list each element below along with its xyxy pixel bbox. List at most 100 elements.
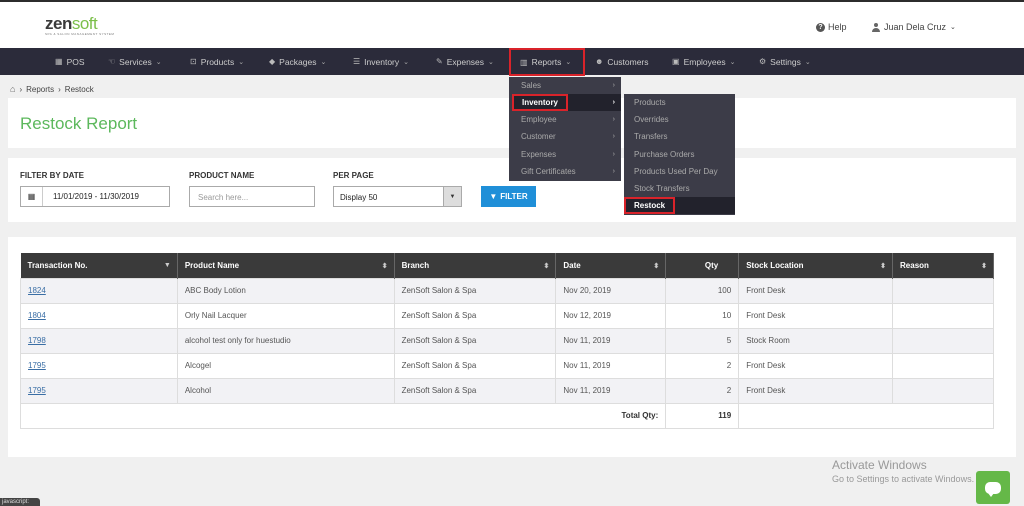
cell-transaction-no[interactable]: 1795 xyxy=(20,352,178,379)
nav-customers[interactable]: ☻ Customers xyxy=(595,48,649,75)
cell-transaction-no[interactable]: 1804 xyxy=(20,302,178,329)
nav-label: Services xyxy=(119,56,152,67)
chevron-down-icon: ⌄ xyxy=(729,58,736,66)
help-link[interactable]: ? Help xyxy=(816,22,847,32)
cell-date: Nov 20, 2019 xyxy=(555,277,667,304)
chevron-down-icon: ⌄ xyxy=(565,59,572,66)
submenu-item-products[interactable]: Products xyxy=(624,94,735,111)
nav-reports[interactable]: ▥ Reports ⌄ xyxy=(509,48,585,76)
submenu-item-restock-fill[interactable] xyxy=(675,197,735,214)
transaction-link[interactable]: 1795 xyxy=(28,361,46,370)
cell-reason xyxy=(892,352,994,379)
user-menu[interactable]: Juan Dela Cruz ⌄ xyxy=(872,22,956,32)
submenu-item-restock[interactable]: Restock xyxy=(624,197,675,214)
submenu-item-products-used-per-day[interactable]: Products Used Per Day xyxy=(624,163,735,180)
chevron-down-icon: ⌄ xyxy=(488,58,494,66)
cell-transaction-no[interactable]: 1798 xyxy=(20,327,178,354)
cell-transaction-no[interactable]: 1795 xyxy=(20,377,178,404)
date-filter-label: FILTER BY DATE xyxy=(20,171,84,180)
nav-packages[interactable]: ◆ Packages ⌄ xyxy=(269,48,326,75)
transaction-link[interactable]: 1795 xyxy=(28,386,46,395)
top-header: zensoft SPA & SALON MANAGEMENT SYSTEM ? … xyxy=(0,0,1024,48)
menu-item-gift-certificates[interactable]: Gift Certificates › xyxy=(509,163,621,180)
transaction-link[interactable]: 1804 xyxy=(28,311,46,320)
reports-dropdown-menu: Sales › Inventory › Employee › Customer › E… xyxy=(509,77,621,181)
gear-icon: ⚙ xyxy=(759,57,767,66)
nav-label: Settings xyxy=(770,56,801,67)
menu-item-inventory[interactable]: Inventory xyxy=(512,94,568,111)
cell-stock-location: Front Desk xyxy=(738,352,894,379)
menu-item-expenses[interactable]: Expenses › xyxy=(509,146,621,163)
chevron-right-icon: › xyxy=(612,151,615,158)
col-reason[interactable]: Reason ⬍ xyxy=(892,253,994,278)
help-label: Help xyxy=(828,22,847,32)
cell-stock-location: Front Desk xyxy=(738,277,894,304)
cell-product-name: Alcohol xyxy=(176,377,395,404)
sort-desc-icon: ▼ xyxy=(163,262,171,269)
nav-label: Reports xyxy=(531,57,562,67)
menu-item-inventory-arrow[interactable]: › xyxy=(568,94,621,111)
product-name-label: PRODUCT NAME xyxy=(189,171,255,180)
cell-date: Nov 11, 2019 xyxy=(555,352,667,379)
nav-pos[interactable]: ▦ POS xyxy=(55,48,85,75)
submenu-item-overrides[interactable]: Overrides xyxy=(624,111,735,128)
total-row-empty xyxy=(738,402,994,429)
menu-item-employee[interactable]: Employee › xyxy=(509,111,621,128)
menu-item-sales[interactable]: Sales › xyxy=(509,77,621,94)
cell-product-name: alcohol test only for huestudio xyxy=(176,327,395,354)
table-row: 1804 Orly Nail Lacquer ZenSoft Salon & S… xyxy=(20,302,994,329)
caret-down-icon: ▼ xyxy=(443,187,461,206)
col-qty[interactable]: Qty xyxy=(665,253,740,278)
nav-services[interactable]: ☜ Services ⌄ xyxy=(108,48,162,75)
cell-qty: 5 xyxy=(665,327,740,354)
submenu-item-transfers[interactable]: Transfers xyxy=(624,128,735,145)
col-stock-location[interactable]: Stock Location ⬍ xyxy=(738,253,894,278)
grid-icon: ▦ xyxy=(55,57,63,66)
sort-icon: ⬍ xyxy=(653,263,660,270)
col-transaction-no[interactable]: Transaction No. ▼ xyxy=(20,253,178,278)
cell-transaction-no[interactable]: 1824 xyxy=(20,277,178,304)
col-label: Product Name xyxy=(184,260,240,270)
menu-item-label: Expenses xyxy=(521,150,557,159)
nav-inventory[interactable]: ☰ Inventory ⌄ xyxy=(353,48,409,75)
total-qty-label: Total Qty: xyxy=(19,402,666,429)
main-navbar: ▦ POS ☜ Services ⌄ ⊡ Products ⌄ ◆ Packag… xyxy=(0,48,1024,76)
menu-item-customer[interactable]: Customer › xyxy=(509,128,621,145)
breadcrumb-reports[interactable]: Reports xyxy=(26,85,54,94)
nav-products[interactable]: ⊡ Products ⌄ xyxy=(190,48,244,75)
nav-employees[interactable]: ▣ Employees ⌄ xyxy=(672,48,736,75)
nav-settings[interactable]: ⚙ Settings ⌄ xyxy=(759,48,811,75)
date-range-field[interactable]: ▦ 11/01/2019 - 11/30/2019 xyxy=(20,186,170,207)
col-label: Transaction No. xyxy=(27,260,88,270)
product-search-input[interactable]: Search here... xyxy=(189,186,315,207)
cell-stock-location: Stock Room xyxy=(738,327,894,354)
cell-stock-location: Front Desk xyxy=(738,377,894,404)
transaction-link[interactable]: 1798 xyxy=(28,336,46,345)
sort-icon: ⬍ xyxy=(381,263,388,270)
chevron-down-icon: ⌄ xyxy=(155,58,162,66)
col-branch[interactable]: Branch ⬍ xyxy=(394,253,557,278)
watermark-line1: Activate Windows xyxy=(832,458,927,472)
col-product-name[interactable]: Product Name ⬍ xyxy=(177,253,395,278)
chevron-down-icon: ⌄ xyxy=(950,24,956,31)
menu-item-label: Inventory xyxy=(522,98,559,107)
bar-chart-icon: ▥ xyxy=(520,57,528,67)
per-page-select[interactable]: Display 50 ▼ xyxy=(333,186,462,207)
submenu-item-stock-transfers[interactable]: Stock Transfers xyxy=(624,180,735,197)
filter-button[interactable]: ▼ FILTER xyxy=(481,186,536,207)
transaction-link[interactable]: 1824 xyxy=(28,286,46,295)
calendar-icon: ▦ xyxy=(21,187,43,206)
status-bar-url: javascript: xyxy=(0,498,40,506)
briefcase-icon: ▣ xyxy=(672,57,680,66)
cell-date: Nov 11, 2019 xyxy=(555,327,667,354)
zensoft-logo[interactable]: zensoft SPA & SALON MANAGEMENT SYSTEM xyxy=(45,14,114,36)
nav-expenses[interactable]: ✎ Expenses ⌄ xyxy=(436,48,494,75)
col-date[interactable]: Date ⬍ xyxy=(555,253,667,278)
activate-windows-watermark: Activate Windows Go to Settings to activ… xyxy=(832,458,974,484)
submenu-item-purchase-orders[interactable]: Purchase Orders xyxy=(624,146,735,163)
home-icon[interactable]: ⌂ xyxy=(10,84,15,94)
cell-product-name: Alcogel xyxy=(176,352,395,379)
chevron-down-icon: ⌄ xyxy=(804,58,811,66)
chat-button[interactable] xyxy=(976,471,1010,504)
table-row: 1824 ABC Body Lotion ZenSoft Salon & Spa… xyxy=(20,277,994,304)
